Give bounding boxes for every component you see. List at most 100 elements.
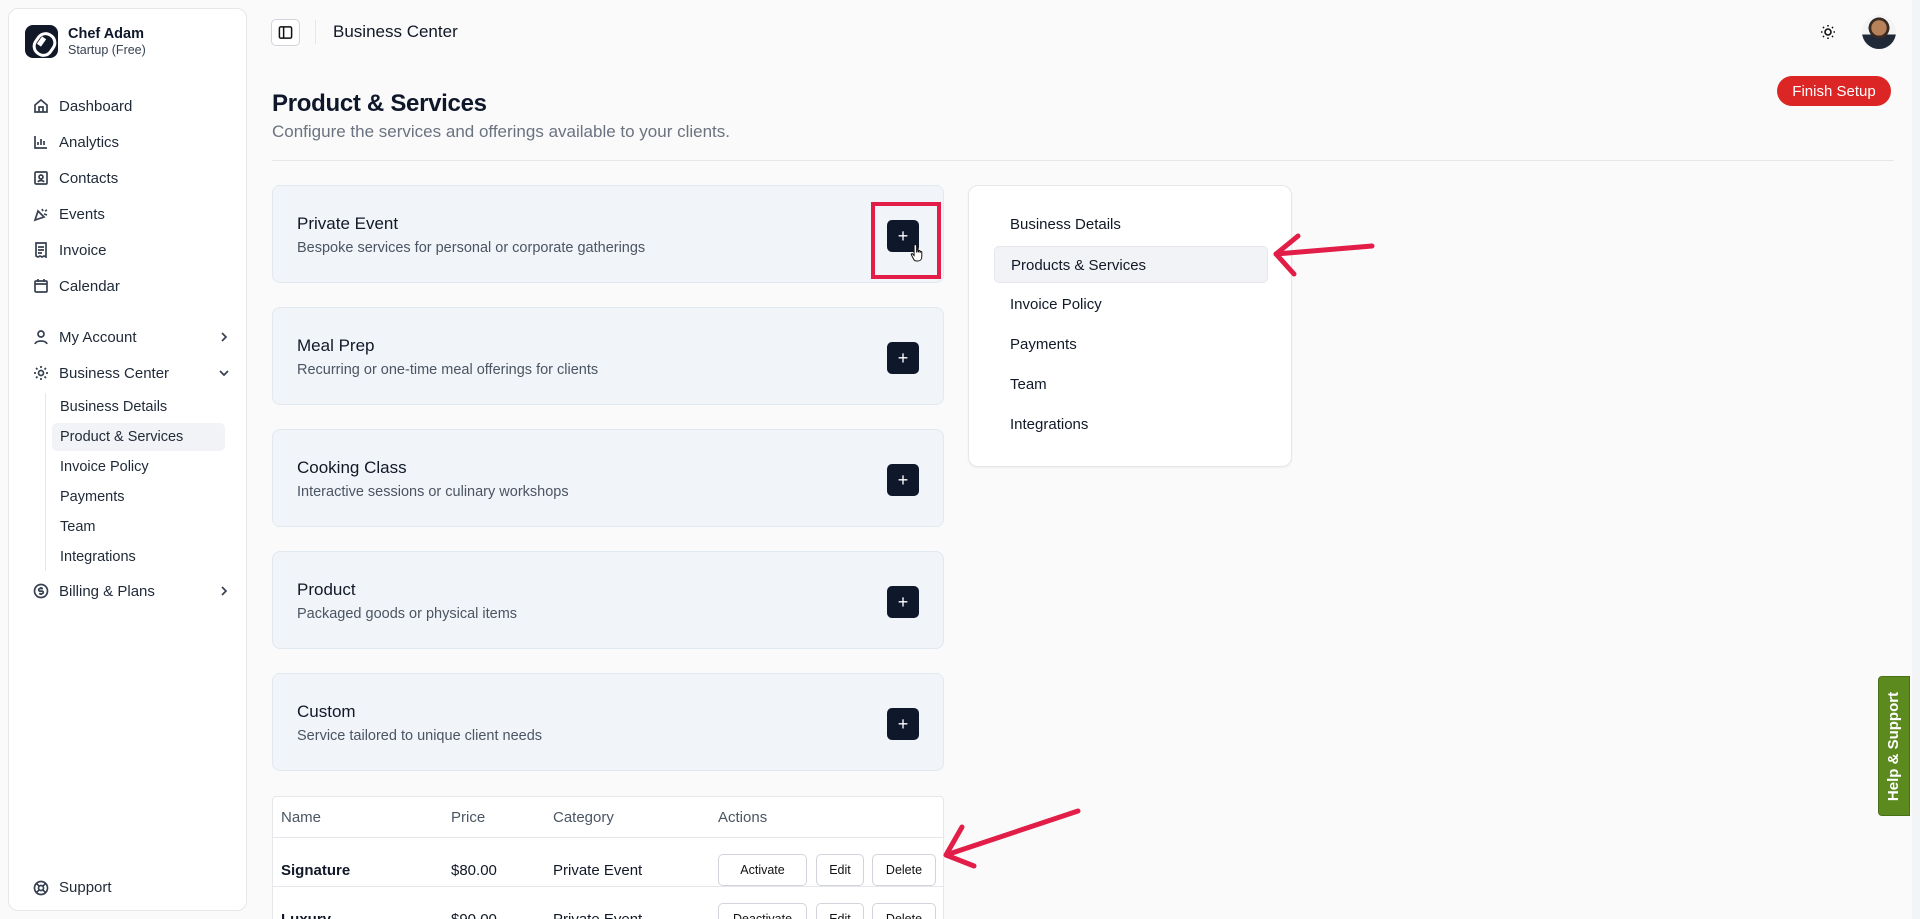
calendar-icon: [34, 279, 48, 293]
service-card-cooking-class: Cooking Class Interactive sessions or cu…: [272, 429, 944, 527]
lifebuoy-icon: [33, 880, 49, 895]
nav-item-invoice[interactable]: Invoice: [25, 232, 239, 268]
nav-item-dashboard[interactable]: Dashboard: [25, 88, 239, 124]
plus-icon: +: [897, 348, 909, 368]
brand[interactable]: Chef Adam Startup (Free): [25, 25, 146, 58]
nav-item-label: Business Center: [59, 364, 170, 382]
section-payments[interactable]: Payments: [994, 326, 1268, 363]
column-header-actions: Actions: [718, 809, 768, 826]
card-title: Cooking Class: [297, 458, 407, 477]
nav-item-billing-plans[interactable]: Billing & Plans: [25, 573, 239, 609]
page-subtitle: Configure the services and offerings ava…: [272, 122, 730, 141]
chevron-right-icon: [221, 332, 228, 342]
nav-item-label: Contacts: [59, 169, 119, 187]
column-header-price: Price: [451, 809, 486, 826]
card-title: Custom: [297, 702, 356, 721]
sub-item-team[interactable]: Team: [52, 513, 225, 541]
sub-item-integrations[interactable]: Integrations: [52, 543, 225, 571]
cell-name: Signature: [281, 862, 351, 879]
nav-item-analytics[interactable]: Analytics: [25, 124, 239, 160]
brand-name: Chef Adam: [68, 25, 144, 42]
edit-button[interactable]: Edit: [816, 854, 864, 886]
annotation-arrow-icon: [1273, 233, 1375, 277]
column-header-category: Category: [553, 809, 614, 826]
deactivate-button[interactable]: Deactivate: [718, 903, 807, 919]
nav-item-contacts[interactable]: Contacts: [25, 160, 239, 196]
user-avatar[interactable]: [1862, 15, 1896, 49]
dollar-circle-icon: [33, 583, 49, 599]
nav-item-label: Invoice: [59, 241, 107, 259]
add-custom-button[interactable]: +: [887, 708, 919, 740]
bar-chart-icon: [34, 136, 47, 149]
service-card-meal-prep: Meal Prep Recurring or one-time meal off…: [272, 307, 944, 405]
user-icon: [34, 330, 48, 345]
nav-item-events[interactable]: Events: [25, 196, 239, 232]
header-divider: [315, 20, 316, 44]
add-meal-prep-button[interactable]: +: [887, 342, 919, 374]
plus-icon: +: [897, 592, 909, 612]
support-label: Support: [59, 879, 112, 896]
header-divider-line: [272, 160, 1894, 161]
sun-icon[interactable]: [1818, 22, 1838, 42]
nav-item-label: Billing & Plans: [59, 582, 155, 600]
add-cooking-class-button[interactable]: +: [887, 464, 919, 496]
business-center-submenu: Business Details Product & Services Invo…: [45, 393, 239, 571]
section-business-details[interactable]: Business Details: [994, 206, 1268, 243]
gear-icon: [34, 366, 48, 380]
section-integrations[interactable]: Integrations: [994, 406, 1268, 443]
edit-button[interactable]: Edit: [816, 903, 864, 919]
annotation-arrow-icon: [943, 808, 1081, 869]
settings-section-nav: Business Details Products & Services Inv…: [968, 185, 1292, 467]
sub-item-business-details[interactable]: Business Details: [52, 393, 225, 421]
support-link[interactable]: Support: [33, 879, 112, 896]
nav-item-business-center[interactable]: Business Center: [25, 355, 239, 391]
home-icon: [34, 98, 48, 113]
sub-item-payments[interactable]: Payments: [52, 483, 225, 511]
card-title: Private Event: [297, 214, 399, 233]
nav-item-label: Dashboard: [59, 97, 133, 115]
card-description: Bespoke services for personal or corpora…: [297, 240, 646, 256]
row-divider: [273, 837, 943, 838]
breadcrumb: Business Center: [333, 22, 458, 41]
card-description: Service tailored to unique client needs: [297, 728, 543, 744]
cell-name: Luxury: [281, 911, 331, 919]
nav-item-calendar[interactable]: Calendar: [25, 268, 239, 304]
brand-plan: Startup (Free): [68, 42, 146, 57]
section-invoice-policy[interactable]: Invoice Policy: [994, 286, 1268, 323]
delete-button[interactable]: Delete: [872, 903, 936, 919]
add-product-button[interactable]: +: [887, 586, 919, 618]
annotation-highlight-box: [871, 202, 941, 279]
finish-setup-button[interactable]: Finish Setup: [1777, 76, 1891, 106]
cell-price: $90.00: [451, 911, 497, 919]
card-title: Meal Prep: [297, 336, 375, 355]
card-description: Interactive sessions or culinary worksho…: [297, 484, 569, 500]
card-description: Recurring or one-time meal offerings for…: [297, 362, 599, 378]
section-products-services[interactable]: Products & Services: [994, 246, 1268, 283]
sidebar: Chef Adam Startup (Free) Dashboard Analy…: [8, 8, 247, 911]
cell-price: $80.00: [451, 862, 497, 879]
scrollbar[interactable]: [1912, 0, 1920, 919]
receipt-icon: [35, 242, 47, 258]
section-team[interactable]: Team: [994, 366, 1268, 403]
service-card-private-event: Private Event Bespoke services for perso…: [272, 185, 944, 283]
card-title: Product: [297, 580, 356, 599]
plus-icon: +: [897, 714, 909, 734]
services-table: Name Price Category Actions Signature $8…: [272, 796, 944, 919]
hand-cursor-icon: [910, 243, 923, 262]
nav-item-my-account[interactable]: My Account: [25, 319, 239, 355]
nav-item-label: My Account: [59, 328, 137, 346]
sub-item-product-services[interactable]: Product & Services: [52, 423, 225, 451]
row-divider: [273, 886, 943, 887]
chevron-down-icon: [219, 370, 229, 377]
help-support-label: Help & Support: [1885, 691, 1903, 801]
account-nav: My Account Business Center Business Deta…: [25, 319, 239, 609]
page-title: Product & Services: [272, 90, 487, 117]
delete-button[interactable]: Delete: [872, 854, 936, 886]
help-support-tab[interactable]: Help & Support: [1878, 676, 1910, 816]
sub-item-invoice-policy[interactable]: Invoice Policy: [52, 453, 225, 481]
sidebar-toggle-button[interactable]: [271, 19, 300, 46]
plus-icon: +: [897, 470, 909, 490]
brand-logo-icon: [25, 25, 58, 58]
column-header-name: Name: [281, 809, 322, 826]
activate-button[interactable]: Activate: [718, 854, 807, 886]
